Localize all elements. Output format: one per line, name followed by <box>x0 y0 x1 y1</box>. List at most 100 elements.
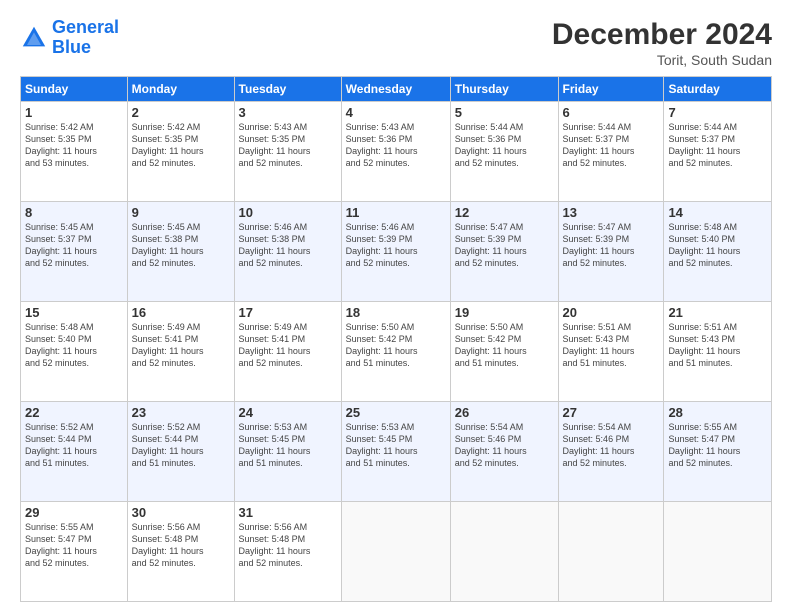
day-number: 4 <box>346 105 446 120</box>
header: General Blue December 2024 Torit, South … <box>20 18 772 68</box>
day-number: 30 <box>132 505 230 520</box>
calendar-cell: 16Sunrise: 5:49 AM Sunset: 5:41 PM Dayli… <box>127 302 234 402</box>
logo-icon <box>20 24 48 52</box>
day-info: Sunrise: 5:45 AM Sunset: 5:38 PM Dayligh… <box>132 221 230 270</box>
calendar-cell: 18Sunrise: 5:50 AM Sunset: 5:42 PM Dayli… <box>341 302 450 402</box>
day-info: Sunrise: 5:51 AM Sunset: 5:43 PM Dayligh… <box>563 321 660 370</box>
day-info: Sunrise: 5:53 AM Sunset: 5:45 PM Dayligh… <box>346 421 446 470</box>
col-header-thursday: Thursday <box>450 77 558 102</box>
calendar-cell: 13Sunrise: 5:47 AM Sunset: 5:39 PM Dayli… <box>558 202 664 302</box>
calendar-week-row: 15Sunrise: 5:48 AM Sunset: 5:40 PM Dayli… <box>21 302 772 402</box>
calendar-cell: 15Sunrise: 5:48 AM Sunset: 5:40 PM Dayli… <box>21 302 128 402</box>
calendar-cell: 4Sunrise: 5:43 AM Sunset: 5:36 PM Daylig… <box>341 102 450 202</box>
day-number: 29 <box>25 505 123 520</box>
day-info: Sunrise: 5:47 AM Sunset: 5:39 PM Dayligh… <box>563 221 660 270</box>
calendar-cell: 5Sunrise: 5:44 AM Sunset: 5:36 PM Daylig… <box>450 102 558 202</box>
calendar-cell: 25Sunrise: 5:53 AM Sunset: 5:45 PM Dayli… <box>341 402 450 502</box>
day-number: 21 <box>668 305 767 320</box>
day-info: Sunrise: 5:56 AM Sunset: 5:48 PM Dayligh… <box>132 521 230 570</box>
day-number: 13 <box>563 205 660 220</box>
calendar-cell: 11Sunrise: 5:46 AM Sunset: 5:39 PM Dayli… <box>341 202 450 302</box>
day-info: Sunrise: 5:49 AM Sunset: 5:41 PM Dayligh… <box>132 321 230 370</box>
calendar-cell: 1Sunrise: 5:42 AM Sunset: 5:35 PM Daylig… <box>21 102 128 202</box>
calendar-cell: 26Sunrise: 5:54 AM Sunset: 5:46 PM Dayli… <box>450 402 558 502</box>
calendar-table: SundayMondayTuesdayWednesdayThursdayFrid… <box>20 76 772 602</box>
day-info: Sunrise: 5:51 AM Sunset: 5:43 PM Dayligh… <box>668 321 767 370</box>
calendar-cell: 12Sunrise: 5:47 AM Sunset: 5:39 PM Dayli… <box>450 202 558 302</box>
day-info: Sunrise: 5:52 AM Sunset: 5:44 PM Dayligh… <box>132 421 230 470</box>
calendar-week-row: 22Sunrise: 5:52 AM Sunset: 5:44 PM Dayli… <box>21 402 772 502</box>
logo-blue: Blue <box>52 37 91 57</box>
day-info: Sunrise: 5:50 AM Sunset: 5:42 PM Dayligh… <box>346 321 446 370</box>
day-number: 17 <box>239 305 337 320</box>
calendar-cell: 29Sunrise: 5:55 AM Sunset: 5:47 PM Dayli… <box>21 502 128 602</box>
month-title: December 2024 <box>552 18 772 52</box>
day-info: Sunrise: 5:50 AM Sunset: 5:42 PM Dayligh… <box>455 321 554 370</box>
day-info: Sunrise: 5:52 AM Sunset: 5:44 PM Dayligh… <box>25 421 123 470</box>
day-info: Sunrise: 5:53 AM Sunset: 5:45 PM Dayligh… <box>239 421 337 470</box>
day-info: Sunrise: 5:47 AM Sunset: 5:39 PM Dayligh… <box>455 221 554 270</box>
day-info: Sunrise: 5:44 AM Sunset: 5:36 PM Dayligh… <box>455 121 554 170</box>
day-number: 10 <box>239 205 337 220</box>
day-number: 19 <box>455 305 554 320</box>
calendar-cell: 2Sunrise: 5:42 AM Sunset: 5:35 PM Daylig… <box>127 102 234 202</box>
day-info: Sunrise: 5:44 AM Sunset: 5:37 PM Dayligh… <box>563 121 660 170</box>
col-header-wednesday: Wednesday <box>341 77 450 102</box>
day-info: Sunrise: 5:43 AM Sunset: 5:35 PM Dayligh… <box>239 121 337 170</box>
day-number: 15 <box>25 305 123 320</box>
calendar-cell: 22Sunrise: 5:52 AM Sunset: 5:44 PM Dayli… <box>21 402 128 502</box>
day-number: 1 <box>25 105 123 120</box>
day-number: 20 <box>563 305 660 320</box>
day-info: Sunrise: 5:46 AM Sunset: 5:39 PM Dayligh… <box>346 221 446 270</box>
day-info: Sunrise: 5:42 AM Sunset: 5:35 PM Dayligh… <box>132 121 230 170</box>
location: Torit, South Sudan <box>552 52 772 68</box>
day-number: 26 <box>455 405 554 420</box>
day-number: 5 <box>455 105 554 120</box>
day-number: 3 <box>239 105 337 120</box>
day-number: 22 <box>25 405 123 420</box>
col-header-monday: Monday <box>127 77 234 102</box>
calendar-cell: 30Sunrise: 5:56 AM Sunset: 5:48 PM Dayli… <box>127 502 234 602</box>
calendar-header-row: SundayMondayTuesdayWednesdayThursdayFrid… <box>21 77 772 102</box>
calendar-cell: 3Sunrise: 5:43 AM Sunset: 5:35 PM Daylig… <box>234 102 341 202</box>
day-info: Sunrise: 5:55 AM Sunset: 5:47 PM Dayligh… <box>25 521 123 570</box>
col-header-tuesday: Tuesday <box>234 77 341 102</box>
day-number: 6 <box>563 105 660 120</box>
day-number: 23 <box>132 405 230 420</box>
day-number: 25 <box>346 405 446 420</box>
day-info: Sunrise: 5:45 AM Sunset: 5:37 PM Dayligh… <box>25 221 123 270</box>
calendar-cell: 24Sunrise: 5:53 AM Sunset: 5:45 PM Dayli… <box>234 402 341 502</box>
day-info: Sunrise: 5:42 AM Sunset: 5:35 PM Dayligh… <box>25 121 123 170</box>
calendar-cell: 20Sunrise: 5:51 AM Sunset: 5:43 PM Dayli… <box>558 302 664 402</box>
day-number: 8 <box>25 205 123 220</box>
calendar-cell: 31Sunrise: 5:56 AM Sunset: 5:48 PM Dayli… <box>234 502 341 602</box>
calendar-cell <box>558 502 664 602</box>
day-info: Sunrise: 5:44 AM Sunset: 5:37 PM Dayligh… <box>668 121 767 170</box>
calendar-cell <box>664 502 772 602</box>
day-info: Sunrise: 5:48 AM Sunset: 5:40 PM Dayligh… <box>668 221 767 270</box>
day-info: Sunrise: 5:48 AM Sunset: 5:40 PM Dayligh… <box>25 321 123 370</box>
calendar-cell: 27Sunrise: 5:54 AM Sunset: 5:46 PM Dayli… <box>558 402 664 502</box>
calendar-cell: 9Sunrise: 5:45 AM Sunset: 5:38 PM Daylig… <box>127 202 234 302</box>
day-info: Sunrise: 5:56 AM Sunset: 5:48 PM Dayligh… <box>239 521 337 570</box>
day-number: 14 <box>668 205 767 220</box>
calendar-cell: 8Sunrise: 5:45 AM Sunset: 5:37 PM Daylig… <box>21 202 128 302</box>
day-info: Sunrise: 5:54 AM Sunset: 5:46 PM Dayligh… <box>563 421 660 470</box>
day-number: 28 <box>668 405 767 420</box>
calendar-week-row: 29Sunrise: 5:55 AM Sunset: 5:47 PM Dayli… <box>21 502 772 602</box>
calendar-cell: 19Sunrise: 5:50 AM Sunset: 5:42 PM Dayli… <box>450 302 558 402</box>
day-number: 27 <box>563 405 660 420</box>
day-number: 9 <box>132 205 230 220</box>
day-info: Sunrise: 5:46 AM Sunset: 5:38 PM Dayligh… <box>239 221 337 270</box>
calendar-cell: 6Sunrise: 5:44 AM Sunset: 5:37 PM Daylig… <box>558 102 664 202</box>
calendar-week-row: 8Sunrise: 5:45 AM Sunset: 5:37 PM Daylig… <box>21 202 772 302</box>
day-info: Sunrise: 5:43 AM Sunset: 5:36 PM Dayligh… <box>346 121 446 170</box>
page: General Blue December 2024 Torit, South … <box>0 0 792 612</box>
calendar-week-row: 1Sunrise: 5:42 AM Sunset: 5:35 PM Daylig… <box>21 102 772 202</box>
day-number: 2 <box>132 105 230 120</box>
col-header-friday: Friday <box>558 77 664 102</box>
calendar-cell <box>341 502 450 602</box>
day-number: 24 <box>239 405 337 420</box>
calendar-cell: 14Sunrise: 5:48 AM Sunset: 5:40 PM Dayli… <box>664 202 772 302</box>
day-info: Sunrise: 5:55 AM Sunset: 5:47 PM Dayligh… <box>668 421 767 470</box>
